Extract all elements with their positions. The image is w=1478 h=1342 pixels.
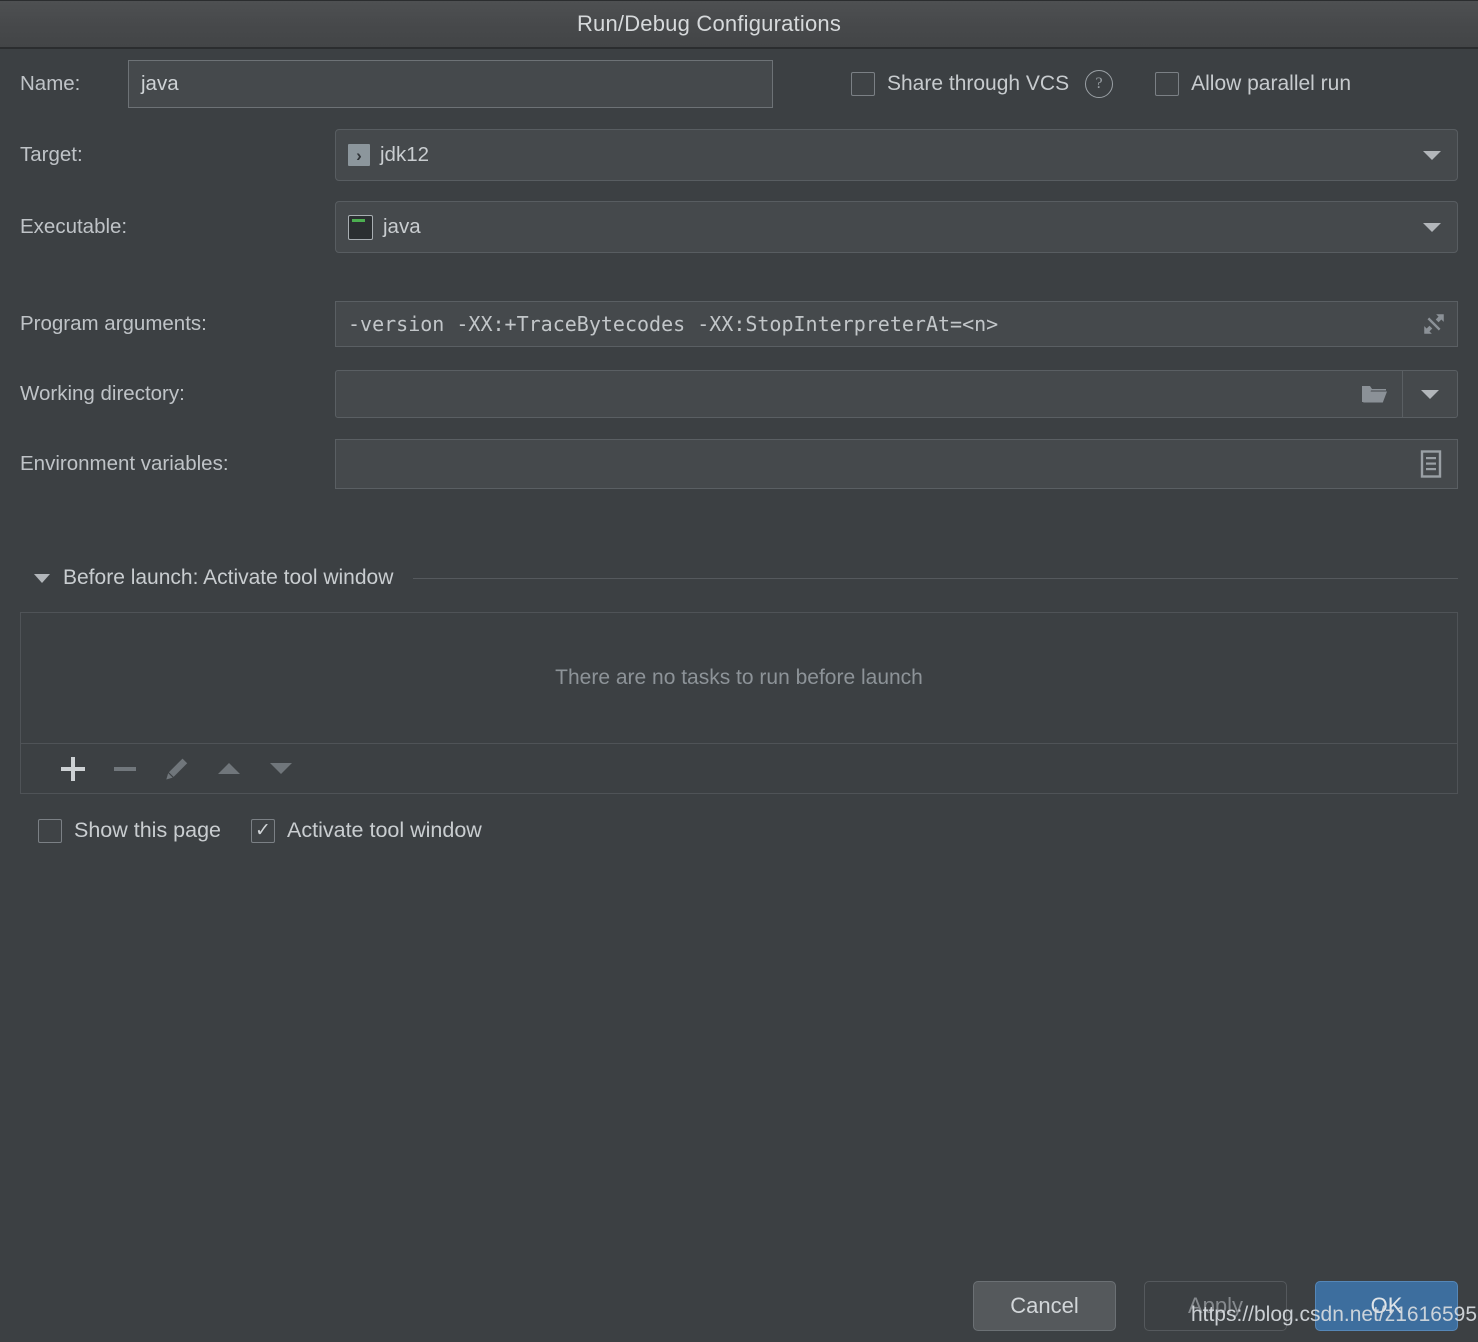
expand-icon: [1424, 314, 1444, 334]
program-arguments-input[interactable]: -version -XX:+TraceBytecodes -XX:StopInt…: [335, 301, 1458, 347]
environment-variables-row: Environment variables:: [20, 429, 1458, 499]
share-through-vcs-checkbox[interactable]: [851, 72, 875, 96]
target-row: Target: › jdk12: [20, 119, 1458, 191]
move-task-up-button: [203, 747, 255, 791]
target-value: jdk12: [380, 143, 430, 166]
plus-icon: [60, 756, 86, 782]
allow-parallel-run-checkbox[interactable]: [1155, 72, 1180, 96]
dialog-titlebar: Run/Debug Configurations: [0, 0, 1478, 49]
move-task-down-button: [255, 747, 307, 791]
executable-label: Executable:: [20, 215, 128, 238]
chevron-down-icon: [1421, 389, 1439, 399]
folder-icon: [1362, 386, 1387, 403]
chevron-down-icon[interactable]: [1423, 150, 1441, 160]
section-divider: [413, 577, 1458, 579]
arrow-up-icon: [218, 763, 240, 774]
before-launch-empty-message: There are no tasks to run before launch: [555, 666, 923, 689]
working-directory-field: [335, 370, 1458, 418]
dialog-body: Name: java Share through VCS ? Allow par…: [0, 49, 1478, 1340]
dialog-footer: Cancel Apply OK: [973, 1281, 1458, 1331]
environment-variables-editor-button[interactable]: [1405, 450, 1457, 478]
target-run-icon: ›: [348, 144, 370, 166]
cancel-button[interactable]: Cancel: [973, 1281, 1116, 1331]
collapse-triangle-icon[interactable]: [34, 573, 50, 583]
expand-editor-button[interactable]: [1411, 302, 1457, 346]
minus-icon: [114, 766, 136, 771]
environment-variables-label: Environment variables:: [20, 452, 229, 475]
pencil-icon: [166, 758, 188, 779]
show-this-page-checkbox[interactable]: [38, 818, 62, 843]
working-directory-input[interactable]: [336, 371, 1346, 417]
help-icon[interactable]: ?: [1085, 70, 1114, 98]
working-directory-label: Working directory:: [20, 382, 185, 405]
remove-task-button: [99, 747, 151, 791]
ok-button[interactable]: OK: [1315, 1281, 1458, 1331]
vcs-options-group: Share through VCS ? Allow parallel run: [851, 70, 1351, 98]
name-row: Name: java Share through VCS ? Allow par…: [20, 49, 1458, 119]
chevron-down-icon[interactable]: [1423, 222, 1441, 232]
activate-tool-window-label: Activate tool window: [287, 818, 482, 842]
before-launch-task-list[interactable]: There are no tasks to run before launch: [20, 612, 1458, 744]
executable-value: java: [383, 215, 421, 238]
add-task-button[interactable]: [47, 747, 99, 791]
before-launch-options: Show this page Activate tool window: [20, 818, 1458, 843]
terminal-icon: [348, 214, 373, 240]
show-this-page-label: Show this page: [74, 818, 222, 842]
before-launch-title: Before launch: Activate tool window: [63, 566, 394, 589]
executable-row: Executable: java: [20, 191, 1458, 263]
name-input-value: java: [141, 72, 179, 95]
program-arguments-value: -version -XX:+TraceBytecodes -XX:StopInt…: [348, 312, 999, 336]
share-through-vcs-label: Share through VCS: [887, 72, 1070, 95]
target-combobox[interactable]: › jdk12: [335, 129, 1458, 181]
dialog-title: Run/Debug Configurations: [576, 11, 842, 36]
name-input[interactable]: java: [128, 60, 773, 108]
program-arguments-label: Program arguments:: [20, 312, 207, 335]
executable-combobox[interactable]: java: [335, 201, 1458, 253]
allow-parallel-run-label: Allow parallel run: [1191, 72, 1352, 95]
environment-variables-field: [335, 439, 1458, 489]
before-launch-toolbar: [20, 744, 1458, 794]
document-list-icon: [1420, 450, 1442, 478]
activate-tool-window-checkbox[interactable]: [251, 818, 276, 843]
target-label: Target:: [20, 143, 83, 166]
name-label: Name:: [20, 72, 81, 95]
edit-task-button: [151, 747, 203, 791]
before-launch-header[interactable]: Before launch: Activate tool window: [20, 561, 1458, 595]
arrow-down-icon: [270, 763, 292, 774]
working-directory-history-button[interactable]: [1402, 371, 1457, 417]
program-arguments-row: Program arguments: -version -XX:+TraceBy…: [20, 289, 1458, 359]
apply-button[interactable]: Apply: [1144, 1281, 1287, 1331]
working-directory-row: Working directory:: [20, 359, 1458, 429]
browse-folder-button[interactable]: [1346, 371, 1402, 417]
